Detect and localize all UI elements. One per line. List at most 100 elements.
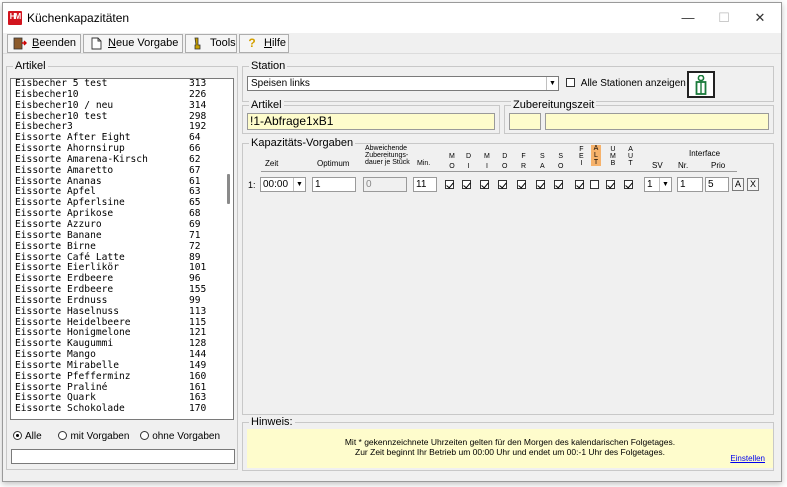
day-checkbox[interactable] <box>498 180 507 189</box>
filter-without-label: ohne Vorgaben <box>152 431 221 442</box>
capacity-group-label: Kapazitäts-Vorgaben <box>249 137 356 149</box>
day-checkbox[interactable] <box>445 180 454 189</box>
day-header-l1: F <box>521 153 526 160</box>
feit-checkbox[interactable] <box>575 180 584 189</box>
article-name: Eissorte Erdnuss <box>15 294 108 306</box>
article-name: Eissorte Apferlsine <box>15 197 125 209</box>
row-sv-select[interactable]: 1 ▼ <box>644 177 672 192</box>
article-name: Eissorte Erdbeere <box>15 284 114 296</box>
show-all-stations-option[interactable]: Alle Stationen anzeigen <box>566 78 686 89</box>
aut-checkbox[interactable] <box>624 180 633 189</box>
article-name: Eissorte Mirabelle <box>15 359 119 371</box>
article-name: Eissorte Amaretto <box>15 164 114 176</box>
station-person-icon[interactable] <box>687 71 715 98</box>
article-name: Eissorte Banane <box>15 229 102 241</box>
window-title: Küchenkapazitäten <box>27 11 130 25</box>
article-name: Eissorte Praliné <box>15 381 108 393</box>
article-list-scroll-thumb[interactable] <box>227 174 230 204</box>
close-button[interactable]: ✕ <box>745 9 775 27</box>
title-bar: Küchenkapazitäten — ☐ ✕ <box>3 3 781 33</box>
alt-checkbox[interactable] <box>590 180 599 189</box>
row-deviating-input[interactable]: 0 <box>363 177 407 192</box>
row-nr-input[interactable]: 1 <box>677 177 703 192</box>
show-all-stations-checkbox[interactable] <box>566 78 575 87</box>
day-header-l2: O <box>449 163 455 170</box>
day-checkbox[interactable] <box>462 180 471 189</box>
article-list-scrollbar[interactable] <box>223 79 233 419</box>
app-window: Küchenkapazitäten — ☐ ✕ Beenden Neue Vor… <box>2 2 782 482</box>
exit-button[interactable]: Beenden <box>7 34 81 53</box>
article-name: Eissorte Café Latte <box>15 251 125 263</box>
row-time-select[interactable]: 00:00 ▼ <box>260 177 306 192</box>
row-optimum-input[interactable]: 1 <box>312 177 356 192</box>
settings-link[interactable]: Einstellen <box>730 454 765 464</box>
prep-time-field[interactable] <box>509 113 541 130</box>
station-select[interactable]: Speisen links ▼ <box>247 76 559 91</box>
prep-time-group-label: Zubereitungszeit <box>511 99 597 111</box>
header-divider <box>261 171 737 172</box>
row-delete-button[interactable]: X <box>747 178 759 191</box>
article-name: Eissorte Birne <box>15 240 96 252</box>
tools-button[interactable]: Tools <box>185 34 237 53</box>
filter-without-radio[interactable] <box>140 431 150 440</box>
article-number: 170 <box>189 403 207 415</box>
article-detail-group-label: Artikel <box>249 99 284 111</box>
article-name: Eissorte Ananas <box>15 175 102 187</box>
prep-time-note-field[interactable] <box>545 113 769 130</box>
article-name: Eissorte Heidelbeere <box>15 316 131 328</box>
col-aut-header: A U T <box>628 146 633 167</box>
show-all-stations-label: Alle Stationen anzeigen <box>580 78 686 89</box>
day-header-l2: I <box>485 163 488 170</box>
feit-l3: I <box>580 160 583 167</box>
article-number: 160 <box>189 370 207 382</box>
row-time-dropdown-icon[interactable]: ▼ <box>293 178 305 191</box>
col-prio-header: Prio <box>711 161 726 170</box>
col-deviating-line2: Zubereitungs- <box>365 152 409 159</box>
day-checkbox[interactable] <box>536 180 545 189</box>
row-prio-input[interactable]: 5 <box>705 177 729 192</box>
articles-group-label: Artikel <box>13 60 48 72</box>
minimize-button[interactable]: — <box>673 9 703 27</box>
new-template-accel: N <box>108 37 116 49</box>
day-header: SO <box>558 153 563 170</box>
row-apply-button[interactable]: A <box>732 178 744 191</box>
day-header-l1: D <box>502 153 508 160</box>
article-name: Eissorte Eierlikör <box>15 262 119 274</box>
station-dropdown-arrow-icon[interactable]: ▼ <box>546 77 558 90</box>
help-button[interactable]: ? Hilfe <box>239 34 289 53</box>
day-header: FR <box>521 153 526 170</box>
aut-l1: A <box>628 146 633 153</box>
umb-checkbox[interactable] <box>606 180 615 189</box>
article-name: Eissorte Mango <box>15 349 96 361</box>
article-name-field[interactable]: !1-Abfrage1xB1 <box>247 113 495 130</box>
article-name: Eisbecher10 / neu <box>15 99 114 111</box>
article-name: Eissorte Honigmelone <box>15 327 131 339</box>
app-logo-icon <box>8 11 22 25</box>
new-template-button[interactable]: Neue Vorgabe <box>83 34 183 53</box>
station-group-label: Station <box>249 60 288 72</box>
filter-with-radio[interactable] <box>58 431 68 440</box>
day-header-l2: I <box>467 163 470 170</box>
list-item[interactable]: Eissorte Schokolade 170 <box>11 403 233 415</box>
day-checkbox[interactable] <box>554 180 563 189</box>
day-checkbox[interactable] <box>480 180 489 189</box>
row-min-input[interactable]: 11 <box>413 177 437 192</box>
day-checkbox[interactable] <box>517 180 526 189</box>
article-list[interactable]: Eisbecher 5 test 313 Eisbecher10 226 Eisbech… <box>10 78 234 420</box>
alt-l1: A <box>593 145 599 152</box>
filter-all-radio[interactable] <box>13 431 22 440</box>
new-template-label-rest: eue Vorgabe <box>115 37 179 49</box>
feit-l1: F <box>579 146 584 153</box>
filter-without-option[interactable]: ohne Vorgaben <box>140 431 220 442</box>
maximize-button[interactable]: ☐ <box>709 9 739 27</box>
article-search-input[interactable] <box>11 449 235 464</box>
station-select-value: Speisen links <box>251 78 310 89</box>
row-sv-dropdown-icon[interactable]: ▼ <box>659 178 671 191</box>
article-number: 314 <box>189 99 207 111</box>
filter-with-option[interactable]: mit Vorgaben <box>58 431 129 442</box>
row-index: 1: <box>248 180 256 190</box>
exit-label-rest: eenden <box>39 37 77 49</box>
col-min-header: Min. <box>417 160 431 167</box>
filter-all-option[interactable]: Alle <box>13 431 42 442</box>
article-number: 72 <box>189 240 201 252</box>
